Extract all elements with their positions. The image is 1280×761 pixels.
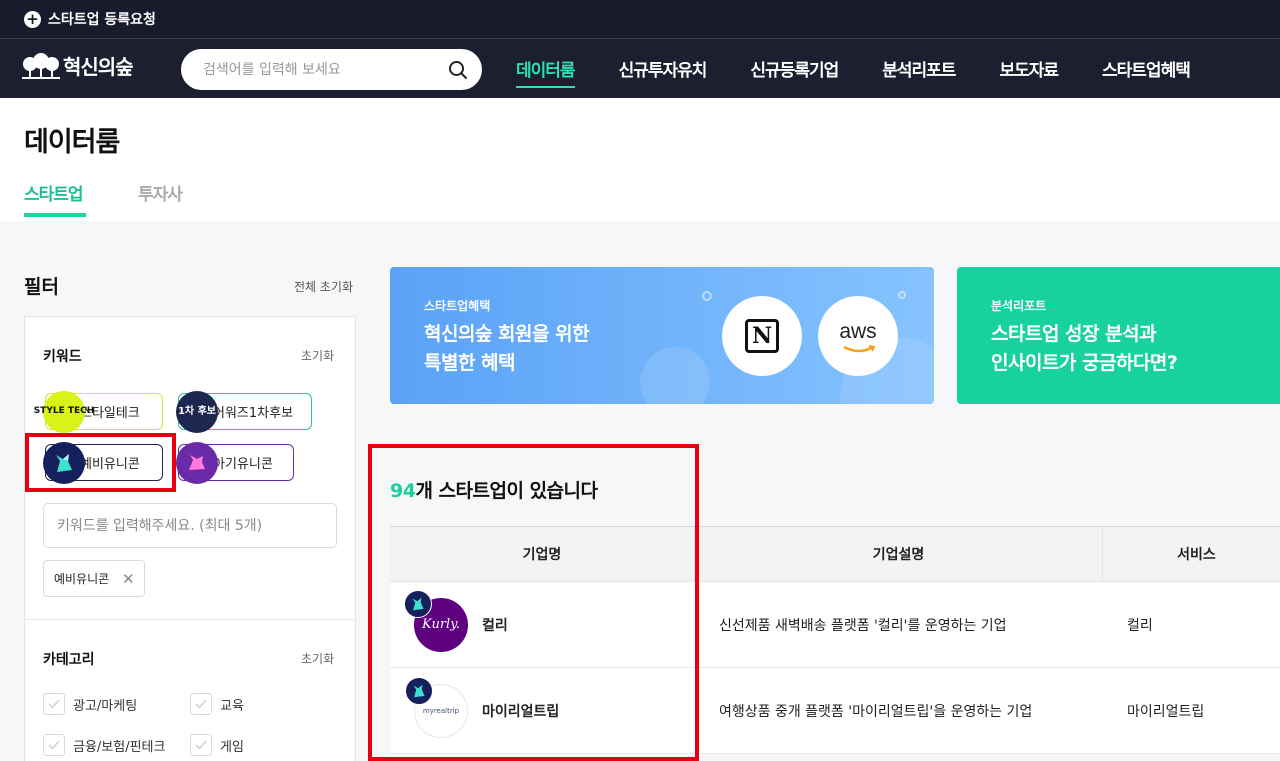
- register-request-bar[interactable]: + 스타트업 등록요청: [0, 0, 1280, 38]
- reset-all-button[interactable]: 전체 초기화: [294, 278, 353, 295]
- checkbox-label: 게임: [220, 739, 244, 755]
- check-icon: [48, 699, 60, 709]
- filter-title: 필터: [24, 276, 59, 298]
- selected-keyword-chip[interactable]: 예비유니콘 ✕: [43, 560, 145, 597]
- keyword-chip-baby-unicorn[interactable]: 아기유니콘: [176, 442, 294, 484]
- category-label: 카테고리: [43, 652, 95, 668]
- search-bar[interactable]: [181, 49, 482, 90]
- register-request-link[interactable]: 스타트업 등록요청: [48, 9, 156, 29]
- check-icon: [195, 740, 207, 750]
- keyword-reset-button[interactable]: 초기화: [301, 347, 334, 364]
- aws-smile-icon: [843, 345, 876, 353]
- banner-line: 특별한 혜택: [424, 352, 516, 374]
- aws-icon: aws: [839, 320, 877, 343]
- main-navigation: 혁신의숲 데이터룸 신규투자유치 신규등록기업 분석리포트 보도자료 스타트업혜…: [0, 39, 1280, 98]
- banner-line: 혁신의숲 회원을 위한: [424, 323, 590, 345]
- check-icon: [48, 740, 60, 750]
- styletech-badge: STYLE TECH: [34, 391, 94, 433]
- nav-menu: 데이터룸 신규투자유치 신규등록기업 분석리포트 보도자료 스타트업혜택: [516, 39, 1234, 98]
- company-service: 마이리얼트립: [1127, 703, 1205, 720]
- aws-logo: aws: [818, 296, 898, 376]
- company-service: 컬리: [1127, 617, 1153, 634]
- tab-investor[interactable]: 투자사: [138, 180, 183, 205]
- keyword-input[interactable]: [43, 503, 337, 548]
- decor-circle: [898, 291, 906, 299]
- highlight-box: [25, 433, 176, 492]
- checkbox-label: 광고/마케팅: [73, 698, 138, 714]
- category-checkbox-education[interactable]: 교육: [190, 693, 244, 715]
- chip-label: 아기유니콘: [213, 457, 273, 472]
- decor-circle: [640, 347, 710, 404]
- checkbox-label: 교육: [220, 698, 244, 714]
- nav-item-reports[interactable]: 분석리포트: [882, 39, 956, 98]
- checkbox[interactable]: [43, 734, 65, 756]
- divider: [25, 619, 355, 620]
- category-checkbox-game[interactable]: 게임: [190, 734, 244, 756]
- logo-text: 혁신의숲: [63, 55, 134, 79]
- banner-headline: 스타트업 성장 분석과 인사이트가 궁금하다면?: [991, 320, 1178, 378]
- column-header-description[interactable]: 기업설명: [695, 527, 1103, 581]
- notion-logo: N: [722, 296, 802, 376]
- nav-item-dataroom[interactable]: 데이터룸: [516, 39, 576, 98]
- nav-item-new-investment[interactable]: 신규투자유치: [619, 39, 708, 98]
- awards-badge: 1차 후보: [176, 391, 218, 433]
- nav-item-press[interactable]: 보도자료: [999, 39, 1059, 98]
- category-checkbox-ad[interactable]: 광고/마케팅: [43, 693, 137, 715]
- checkbox[interactable]: [190, 734, 212, 756]
- baby-unicorn-icon: [176, 442, 218, 484]
- company-description: 여행상품 중개 플랫폼 '마이리얼트립'을 운영하는 기업: [719, 703, 1033, 720]
- nav-item-new-companies[interactable]: 신규등록기업: [750, 39, 839, 98]
- highlight-box: [368, 444, 699, 761]
- keyword-chip-awards[interactable]: 1차 후보 어워즈1차후보: [176, 391, 312, 433]
- benefits-banner[interactable]: 스타트업혜택 혁신의숲 회원을 위한 특별한 혜택 N aws: [390, 267, 934, 404]
- keyword-label: 키워드: [43, 349, 82, 365]
- banner-tag: 스타트업혜택: [424, 299, 491, 313]
- check-icon: [195, 699, 207, 709]
- plus-icon: +: [24, 10, 41, 28]
- forest-logo-icon: [22, 52, 60, 79]
- selected-keyword-label: 예비유니콘: [54, 572, 110, 586]
- banner-tag: 분석리포트: [991, 299, 1047, 313]
- search-input[interactable]: [203, 61, 448, 78]
- tab-startup[interactable]: 스타트업: [24, 180, 86, 217]
- checkbox-label: 금융/보험/핀테크: [73, 739, 166, 755]
- banner-line: 스타트업 성장 분석과: [991, 323, 1157, 345]
- decor-circle: [702, 291, 712, 301]
- banner-headline: 혁신의숲 회원을 위한 특별한 혜택: [424, 320, 590, 378]
- page-title: 데이터룸: [24, 127, 120, 158]
- search-icon[interactable]: [448, 60, 468, 80]
- keyword-chip-styletech[interactable]: STYLE TECH 스타일테크: [34, 391, 163, 433]
- page-header: 데이터룸 스타트업 투자사: [0, 98, 1280, 221]
- chip-label: 어워즈1차후보: [213, 406, 294, 421]
- notion-icon: N: [745, 319, 779, 353]
- report-banner[interactable]: 분석리포트 스타트업 성장 분석과 인사이트가 궁금하다면?: [957, 267, 1280, 404]
- close-icon[interactable]: ✕: [122, 570, 135, 588]
- checkbox[interactable]: [43, 693, 65, 715]
- checkbox[interactable]: [190, 693, 212, 715]
- category-checkbox-finance[interactable]: 금융/보험/핀테크: [43, 734, 165, 756]
- category-reset-button[interactable]: 초기화: [301, 650, 334, 667]
- banner-line: 인사이트가 궁금하다면?: [991, 352, 1178, 374]
- filter-panel: 키워드 초기화 STYLE TECH 스타일테크 1차 후보 어워즈1차후보 예…: [24, 316, 356, 761]
- site-logo[interactable]: 혁신의숲: [22, 51, 134, 80]
- nav-item-benefits[interactable]: 스타트업혜택: [1102, 39, 1191, 98]
- company-description: 신선제품 새벽배송 플랫폼 '컬리'를 운영하는 기업: [719, 617, 1007, 634]
- column-header-service[interactable]: 서비스: [1103, 527, 1280, 581]
